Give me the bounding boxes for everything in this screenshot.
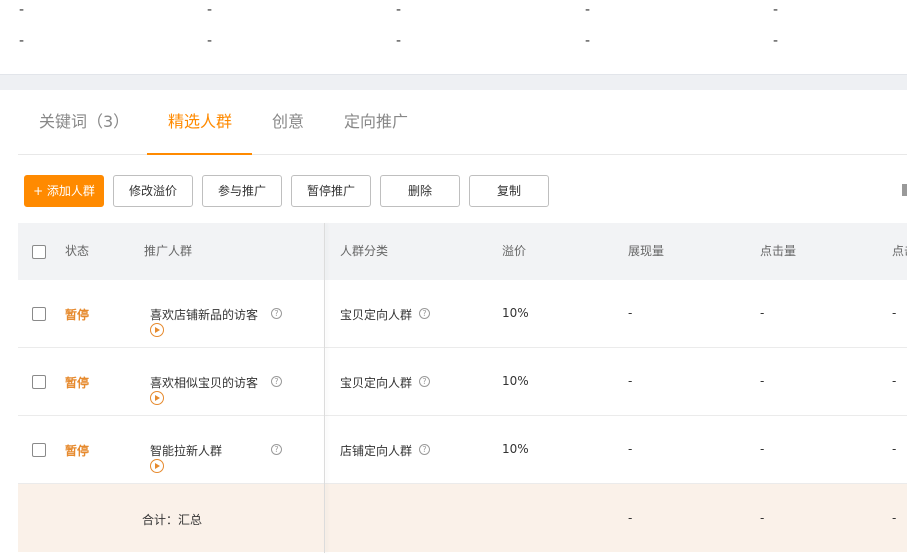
premium-value: 10% [502, 374, 529, 388]
row-checkbox[interactable] [32, 307, 46, 321]
table-row: 暂停 喜欢相似宝贝的访客 ? 宝贝定向人群 ? 10% - - - [18, 348, 907, 416]
metric-value: - [585, 2, 591, 18]
clicks-value: - [760, 306, 765, 320]
toolbar-overflow-item[interactable] [902, 184, 907, 196]
audience-category: 宝贝定向人群 [340, 308, 413, 322]
header-audience: 推广人群 [144, 244, 193, 258]
metric-value: - [773, 2, 779, 18]
play-icon[interactable] [150, 323, 164, 337]
help-icon[interactable]: ? [271, 444, 282, 455]
summary-metrics: - - - - - - - - - - [0, 0, 907, 74]
total-impressions: - [628, 511, 633, 525]
impressions-value: - [628, 374, 633, 388]
play-icon[interactable] [150, 459, 164, 473]
audience-table: 状态 推广人群 人群分类 溢价 展现量 点击量 点击 暂停 喜欢店铺新品的访客 … [18, 223, 907, 553]
metric-compare: - [19, 33, 25, 49]
play-icon[interactable] [150, 391, 164, 405]
impressions-value: - [628, 442, 633, 456]
header-premium: 溢价 [502, 244, 527, 258]
click-rate-value: - [892, 442, 897, 456]
help-icon[interactable]: ? [419, 308, 430, 319]
clicks-value: - [760, 442, 765, 456]
row-checkbox[interactable] [32, 375, 46, 389]
add-audience-button[interactable]: + 添加人群 [24, 175, 104, 207]
table-row: 暂停 喜欢店铺新品的访客 ? 宝贝定向人群 ? 10% - - - [18, 280, 907, 348]
total-label: 合计：汇总 [142, 513, 203, 527]
table-total-row: 合计：汇总 - - - [18, 484, 907, 552]
premium-value: 10% [502, 442, 529, 456]
row-checkbox[interactable] [32, 443, 46, 457]
audience-name: 智能拉新人群 [150, 444, 223, 458]
metric-value: - [207, 2, 213, 18]
frozen-column-divider [324, 223, 325, 553]
audience-name: 喜欢店铺新品的访客 [150, 308, 259, 322]
total-click-rate: - [892, 511, 897, 525]
section-divider [0, 74, 907, 90]
tab-targeted-promotion[interactable]: 定向推广 [344, 90, 408, 154]
header-impressions: 展现量 [628, 244, 665, 258]
help-icon[interactable]: ? [419, 376, 430, 387]
metric-value: - [19, 2, 25, 18]
metric-value: - [396, 2, 402, 18]
click-rate-value: - [892, 306, 897, 320]
metric-compare: - [396, 33, 402, 49]
audience-name: 喜欢相似宝贝的访客 [150, 376, 259, 390]
premium-value: 10% [502, 306, 529, 320]
click-rate-value: - [892, 374, 897, 388]
tab-creative[interactable]: 创意 [272, 90, 304, 154]
tab-selected-audience[interactable]: 精选人群 [168, 90, 232, 154]
modify-premium-button[interactable]: 修改溢价 [113, 175, 193, 207]
metric-compare: - [207, 33, 213, 49]
select-all-checkbox[interactable] [32, 245, 46, 259]
header-status: 状态 [65, 244, 90, 258]
active-tab-indicator [147, 153, 252, 155]
status-badge: 暂停 [65, 376, 90, 390]
metric-compare: - [773, 33, 779, 49]
table-header: 状态 推广人群 人群分类 溢价 展现量 点击量 点击 [18, 223, 907, 280]
tab-keywords[interactable]: 关键词（3） [39, 90, 129, 154]
audience-category: 宝贝定向人群 [340, 376, 413, 390]
help-icon[interactable]: ? [271, 308, 282, 319]
header-clicks: 点击量 [760, 244, 797, 258]
tab-bar: 关键词（3） 精选人群 创意 定向推广 [18, 90, 907, 155]
help-icon[interactable]: ? [271, 376, 282, 387]
header-click-rate: 点击 [892, 244, 907, 258]
clicks-value: - [760, 374, 765, 388]
total-clicks: - [760, 511, 765, 525]
status-badge: 暂停 [65, 444, 90, 458]
table-row: 暂停 智能拉新人群 ? 店铺定向人群 ? 10% - - - [18, 416, 907, 484]
header-category: 人群分类 [340, 244, 389, 258]
metric-compare: - [585, 33, 591, 49]
pause-promotion-button[interactable]: 暂停推广 [291, 175, 371, 207]
delete-button[interactable]: 删除 [380, 175, 460, 207]
join-promotion-button[interactable]: 参与推广 [202, 175, 282, 207]
status-badge: 暂停 [65, 308, 90, 322]
impressions-value: - [628, 306, 633, 320]
audience-category: 店铺定向人群 [340, 444, 413, 458]
copy-button[interactable]: 复制 [469, 175, 549, 207]
help-icon[interactable]: ? [419, 444, 430, 455]
